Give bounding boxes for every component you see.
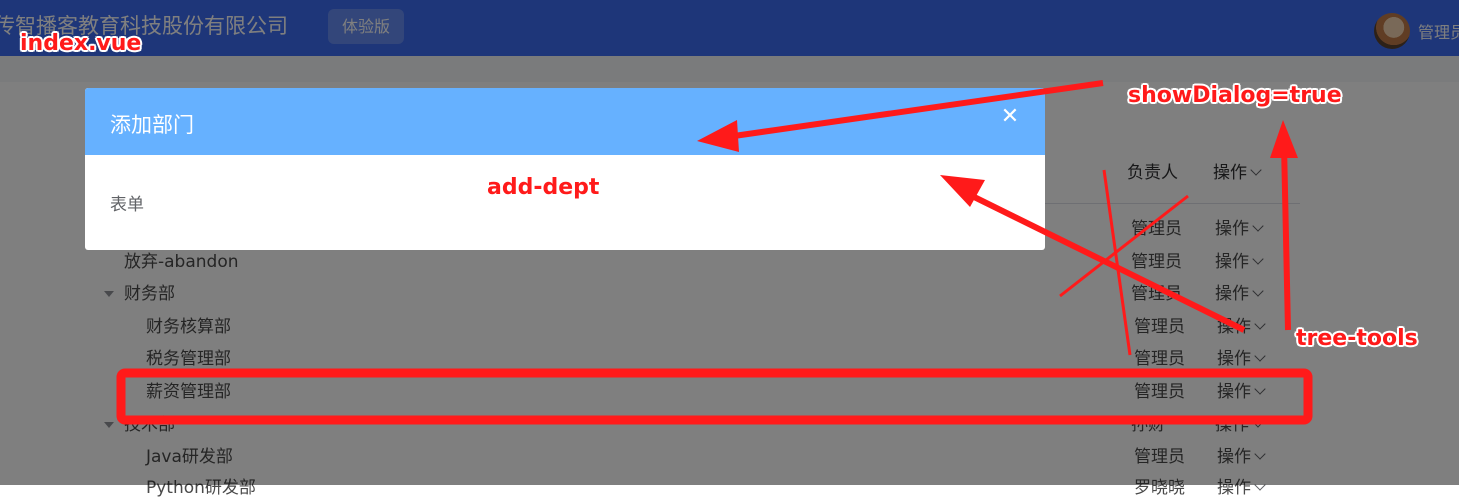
annotation-arrow-showdialog [712,80,1104,142]
annotation-overlay [116,80,1313,425]
annotation-show-dialog: showDialog=true [1128,83,1342,108]
annotation-index-vue: index.vue [20,31,142,56]
annotation-arrow-tree-tools [958,187,1246,333]
annotation-tree-tools: tree-tools [1296,326,1418,351]
annotation-arrow-up [1281,144,1291,331]
arrowhead-icon [1270,120,1298,158]
annotation-add-dept: add-dept [487,175,600,200]
arrowhead-icon [697,120,739,152]
annotation-highlight-box [116,368,1313,425]
